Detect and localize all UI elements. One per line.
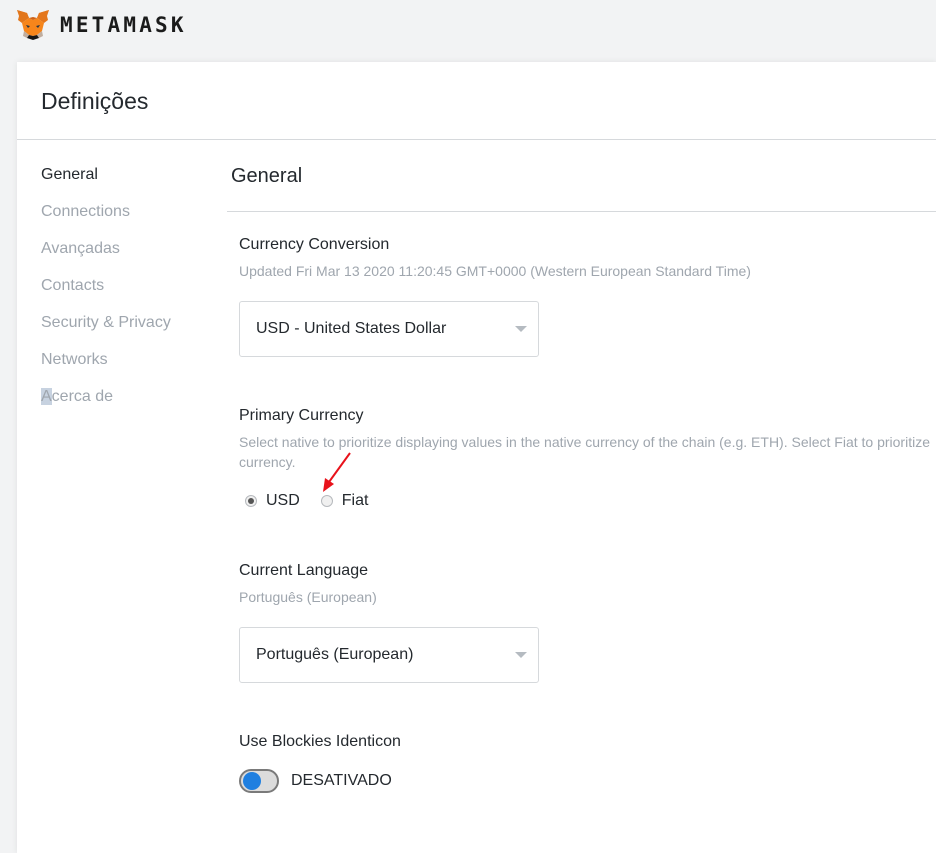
blockies-toggle[interactable]: [239, 769, 279, 793]
toggle-row: DESATIVADO: [239, 769, 401, 793]
setting-title: Primary Currency: [239, 407, 364, 424]
language-dropdown[interactable]: Português (European): [239, 627, 539, 683]
sidebar-item-advanced[interactable]: Avançadas: [41, 236, 231, 273]
top-bar: METAMASK: [0, 0, 936, 62]
sidebar-item-label: General: [41, 166, 98, 183]
setting-title: Currency Conversion: [239, 236, 390, 253]
toggle-knob: [243, 772, 261, 790]
sidebar-item-networks[interactable]: Networks: [41, 347, 231, 384]
usd-radio[interactable]: [245, 495, 257, 507]
caret-down-icon: [515, 326, 527, 332]
sidebar-item-label: Networks: [41, 351, 108, 368]
setting-title: Current Language: [239, 562, 368, 579]
brand-wordmark: METAMASK: [60, 13, 187, 37]
title-divider: [17, 139, 936, 140]
metamask-fox-icon[interactable]: [16, 9, 50, 41]
sidebar-item-contacts[interactable]: Contacts: [41, 273, 231, 310]
setting-description: Português (European): [239, 589, 377, 605]
currency-dropdown[interactable]: USD - United States Dollar: [239, 301, 539, 357]
settings-card: Definições General Connections Avançadas…: [17, 62, 936, 853]
sidebar-item-label-highlight: A: [41, 388, 52, 405]
sidebar-item-label: cerca de: [51, 388, 114, 405]
settings-sidebar: General Connections Avançadas Contacts S…: [41, 162, 231, 421]
caret-down-icon: [515, 652, 527, 658]
setting-title: Use Blockies Identicon: [239, 733, 401, 750]
sidebar-item-label: Contacts: [41, 277, 105, 294]
content-divider: [227, 211, 936, 212]
page-title: Definições: [41, 88, 149, 114]
dropdown-value: USD - United States Dollar: [256, 320, 447, 337]
section-heading: General: [231, 165, 303, 187]
toggle-label: DESATIVADO: [291, 772, 392, 789]
sidebar-item-about[interactable]: Acerca de: [41, 384, 231, 421]
blockies-setting: Use Blockies Identicon DESATIVADO: [239, 733, 401, 793]
setting-description: Updated Fri Mar 13 2020 11:20:45 GMT+000…: [239, 263, 751, 279]
sidebar-item-security-privacy[interactable]: Security & Privacy: [41, 310, 231, 347]
dropdown-value: Português (European): [256, 646, 414, 663]
current-language-setting: Current Language Português (European) Po…: [239, 562, 539, 683]
currency-conversion-setting: Currency Conversion Updated Fri Mar 13 2…: [239, 236, 751, 357]
radio-label: USD: [266, 492, 300, 509]
sidebar-item-label: Connections: [41, 203, 130, 220]
sidebar-item-general[interactable]: General: [41, 162, 231, 199]
sidebar-item-label: Security & Privacy: [41, 314, 171, 331]
red-arrow-annotation-icon: [323, 452, 351, 492]
sidebar-item-connections[interactable]: Connections: [41, 199, 231, 236]
sidebar-item-label: Avançadas: [41, 240, 120, 257]
